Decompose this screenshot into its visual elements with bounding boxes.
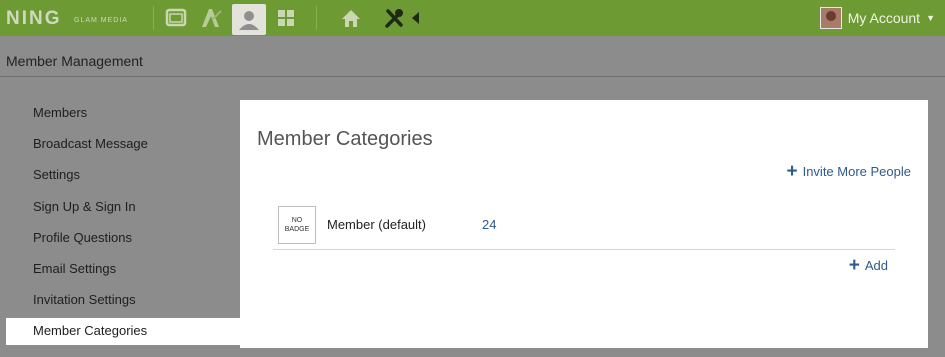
invite-more-people-link[interactable]: + Invite More People: [786, 162, 911, 181]
divider: [153, 6, 154, 30]
account-label[interactable]: My Account: [848, 10, 920, 26]
home-icon[interactable]: [338, 5, 364, 31]
sidebar-item-settings[interactable]: Settings: [33, 167, 80, 182]
members-icon[interactable]: [232, 4, 266, 35]
add-category-link[interactable]: + Add: [849, 256, 888, 275]
grid-icon[interactable]: [273, 5, 299, 31]
category-count-link[interactable]: 24: [482, 217, 496, 232]
sidebar-item-broadcast-message[interactable]: Broadcast Message: [33, 136, 148, 151]
avatar[interactable]: [819, 7, 842, 29]
list-item[interactable]: NO BADGE Member (default) 24: [273, 199, 895, 250]
page-title: Member Management: [6, 53, 143, 69]
sidebar-item-email-settings[interactable]: Email Settings: [33, 261, 116, 276]
plus-icon[interactable]: +: [849, 256, 860, 275]
no-badge-icon: NO BADGE: [278, 206, 316, 244]
window-icon[interactable]: [163, 5, 189, 31]
collapse-arrow-icon[interactable]: [408, 5, 424, 31]
divider: [0, 76, 945, 77]
top-navigation-bar: NING GLAM MEDIA My Account ▼: [0, 0, 945, 36]
tools-icon[interactable]: [382, 5, 408, 31]
invite-label[interactable]: Invite More People: [803, 164, 911, 179]
divider: [316, 6, 317, 30]
sidebar-item-sign-up-sign-in[interactable]: Sign Up & Sign In: [33, 199, 136, 214]
plus-icon[interactable]: +: [786, 162, 797, 181]
appearance-icon[interactable]: [198, 5, 224, 31]
sidebar-item-member-categories[interactable]: Member Categories: [33, 323, 147, 338]
panel-title: Member Categories: [257, 128, 433, 150]
main-panel: Member Categories + Invite More People N…: [240, 100, 928, 348]
chevron-down-icon[interactable]: ▼: [926, 13, 935, 23]
add-label[interactable]: Add: [865, 258, 888, 273]
account-menu[interactable]: My Account ▼: [819, 0, 945, 36]
sidebar-item-invitation-settings[interactable]: Invitation Settings: [33, 292, 136, 307]
logo-subtitle: GLAM MEDIA: [74, 17, 128, 24]
sidebar-item-profile-questions[interactable]: Profile Questions: [33, 230, 132, 245]
sidebar-item-members[interactable]: Members: [33, 105, 87, 120]
badge-text: BADGE: [284, 226, 310, 233]
badge-text: NO: [291, 217, 303, 224]
ning-logo[interactable]: NING: [6, 8, 62, 30]
category-name[interactable]: Member (default): [327, 217, 426, 232]
